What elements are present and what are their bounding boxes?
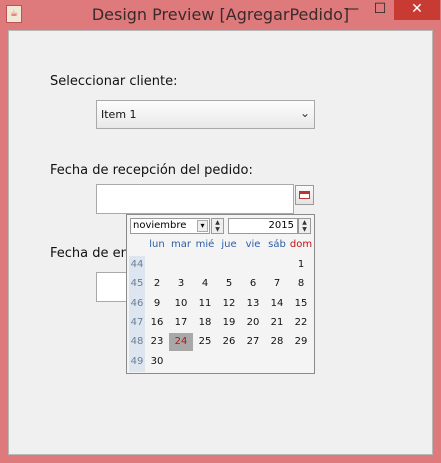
calendar-day[interactable]: 14 bbox=[265, 295, 289, 313]
month-spinner[interactable]: ▲ ▼ bbox=[211, 218, 224, 234]
calendar-day[interactable]: 6 bbox=[241, 275, 265, 293]
close-button[interactable]: ✕ bbox=[394, 0, 440, 20]
calendar-icon bbox=[299, 191, 310, 199]
calendar-day[interactable]: 4 bbox=[193, 275, 217, 293]
calendar-day[interactable]: 20 bbox=[241, 314, 265, 332]
calendar-day[interactable]: 15 bbox=[289, 295, 313, 313]
calendar-day[interactable]: 27 bbox=[241, 333, 265, 351]
fecha-entrega-label: Fecha de en bbox=[50, 246, 129, 261]
calendar-day[interactable]: 9 bbox=[145, 295, 169, 313]
calendar-day[interactable]: 10 bbox=[169, 295, 193, 313]
year-value: 2015 bbox=[268, 220, 294, 231]
weekday-header: dom bbox=[289, 239, 313, 250]
calendar-day[interactable]: 12 bbox=[217, 295, 241, 313]
calendar-day[interactable]: 8 bbox=[289, 275, 313, 293]
weekday-header: mar bbox=[171, 239, 191, 250]
calendar-day[interactable]: 22 bbox=[289, 314, 313, 332]
form-panel: Seleccionar cliente: Item 1 ⌄ Fecha de r… bbox=[8, 30, 433, 455]
cliente-select[interactable]: Item 1 ⌄ bbox=[96, 100, 315, 129]
calendar-day[interactable]: 18 bbox=[193, 314, 217, 332]
week-number: 47 bbox=[130, 316, 144, 328]
calendar-day[interactable]: 21 bbox=[265, 314, 289, 332]
calendar-day[interactable]: 30 bbox=[145, 353, 169, 371]
calendar-day[interactable]: 29 bbox=[289, 333, 313, 351]
calendar-button[interactable] bbox=[295, 185, 314, 205]
month-value: noviembre bbox=[133, 220, 187, 231]
calendar-day[interactable]: 7 bbox=[265, 275, 289, 293]
cliente-select-value: Item 1 bbox=[101, 108, 137, 121]
weekday-header: jue bbox=[221, 239, 237, 250]
calendar-day-selected[interactable]: 24 bbox=[169, 333, 193, 352]
calendar-day[interactable]: 1 bbox=[289, 256, 313, 274]
year-input[interactable]: 2015 bbox=[228, 218, 298, 234]
week-number: 46 bbox=[130, 297, 144, 309]
calendar-day[interactable]: 13 bbox=[241, 295, 265, 313]
weekday-header: vie bbox=[245, 239, 261, 250]
fecha-recepcion-input[interactable] bbox=[96, 184, 294, 214]
cliente-label: Seleccionar cliente: bbox=[50, 74, 178, 89]
week-number: 45 bbox=[130, 278, 144, 290]
week-number: 48 bbox=[130, 336, 144, 348]
minimize-button[interactable]: — bbox=[338, 0, 366, 20]
calendar-day[interactable]: 17 bbox=[169, 314, 193, 332]
calendar-day[interactable]: 11 bbox=[193, 295, 217, 313]
calendar-day[interactable]: 26 bbox=[217, 333, 241, 351]
chevron-down-icon: ▾ bbox=[197, 220, 208, 232]
calendar-day[interactable]: 25 bbox=[193, 333, 217, 351]
calendar-day[interactable]: 16 bbox=[145, 314, 169, 332]
calendar-day[interactable]: 28 bbox=[265, 333, 289, 351]
calendar-day[interactable]: 2 bbox=[145, 275, 169, 293]
maximize-button[interactable]: ☐ bbox=[366, 0, 394, 20]
calendar-day[interactable]: 5 bbox=[217, 275, 241, 293]
app-window: ☕ Design Preview [AgregarPedido] — ☐ ✕ S… bbox=[0, 0, 441, 463]
calendar-popup: noviembre ▾ ▲ ▼ 2015 ▲ ▼ lun mar mié jue vie sá… bbox=[126, 214, 315, 374]
week-number: 44 bbox=[130, 259, 144, 270]
chevron-down-icon: ⌄ bbox=[299, 106, 310, 120]
title-bar[interactable]: ☕ Design Preview [AgregarPedido] — ☐ ✕ bbox=[0, 0, 441, 30]
weekday-header: lun bbox=[149, 239, 165, 250]
weekday-header: mié bbox=[195, 239, 215, 250]
calendar-day[interactable]: 3 bbox=[169, 275, 193, 293]
week-number: 49 bbox=[130, 355, 144, 367]
weekday-header: sáb bbox=[268, 239, 286, 250]
calendar-day[interactable]: 23 bbox=[145, 333, 169, 351]
fecha-entrega-input[interactable] bbox=[96, 272, 127, 302]
fecha-recepcion-label: Fecha de recepción del pedido: bbox=[50, 163, 253, 178]
month-select[interactable]: noviembre ▾ bbox=[130, 218, 210, 234]
year-spinner[interactable]: ▲ ▼ bbox=[298, 218, 311, 234]
calendar-day[interactable]: 19 bbox=[217, 314, 241, 332]
